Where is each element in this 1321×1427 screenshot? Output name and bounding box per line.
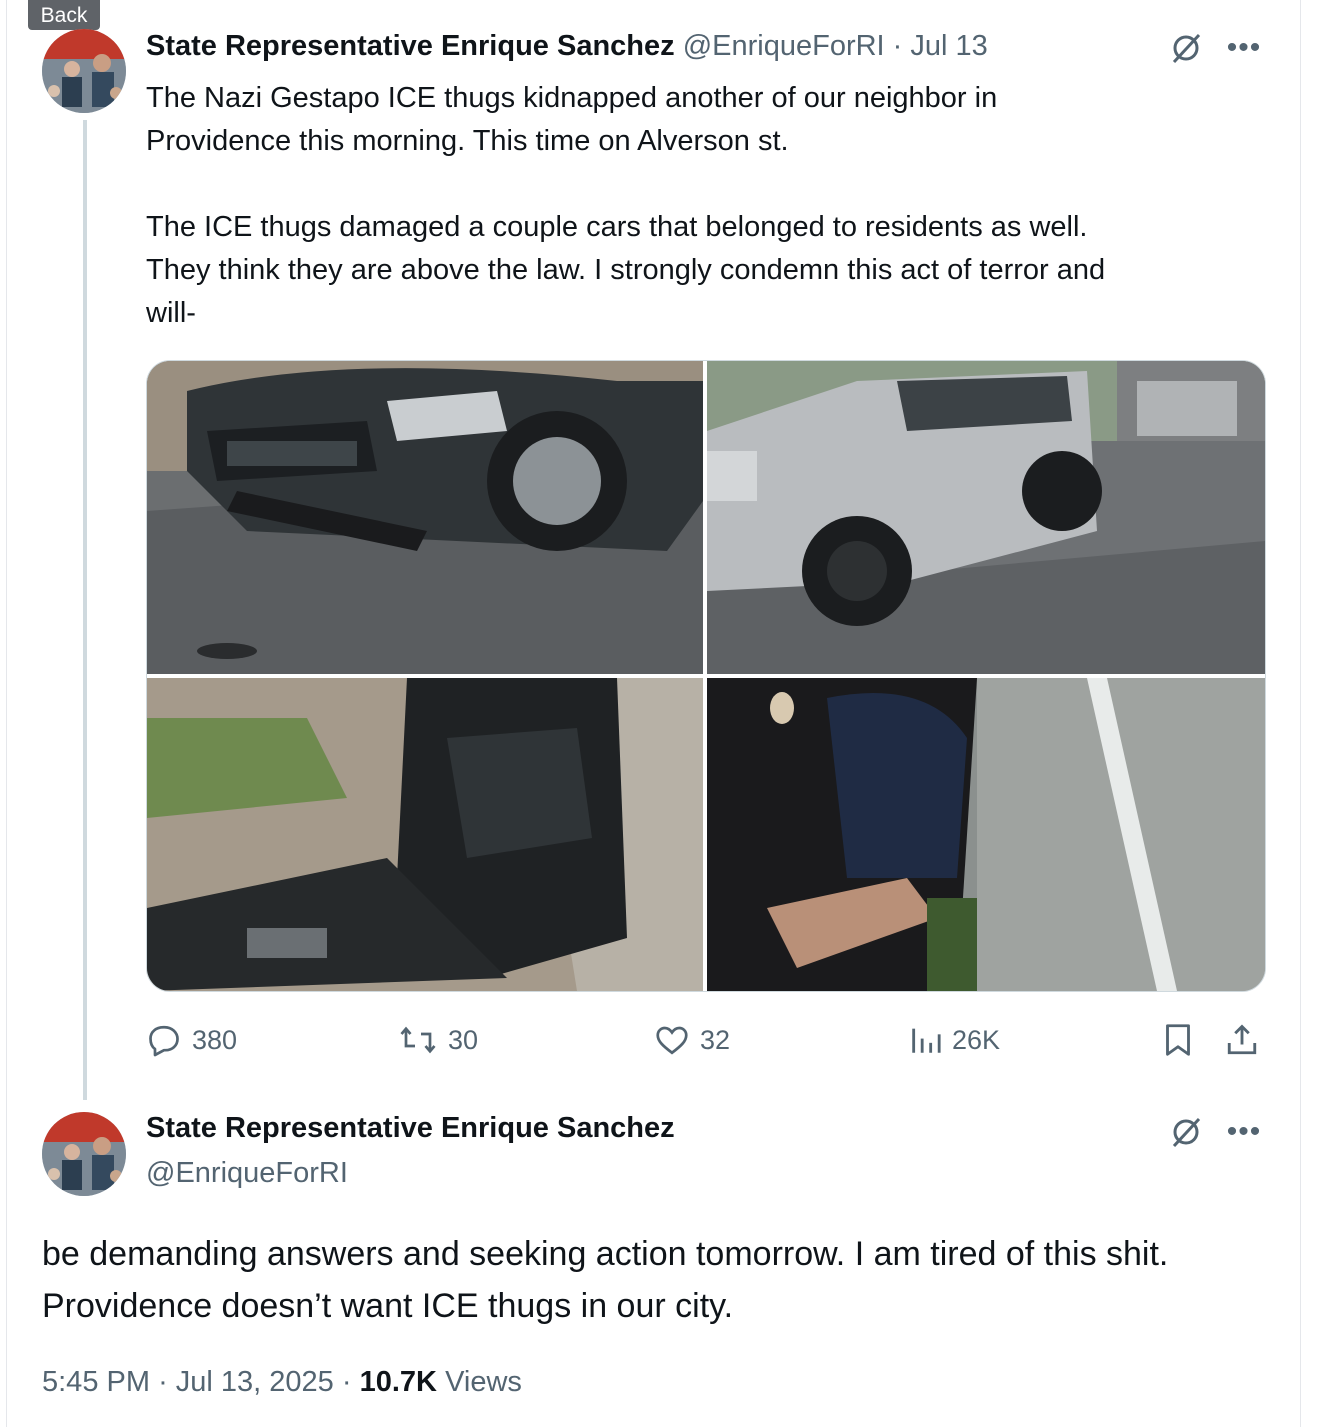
- dot-separator: ·: [892, 30, 903, 62]
- tweet-header: State Representative Enrique Sanchez @En…: [146, 30, 988, 63]
- like-icon: [656, 1026, 688, 1055]
- reply-button[interactable]: 380: [146, 1015, 237, 1065]
- photo-truck-overhead[interactable]: [147, 678, 703, 991]
- repost-icon: [400, 1026, 436, 1054]
- thread-line: [83, 120, 87, 1100]
- post-time[interactable]: 5:45 PM: [42, 1366, 150, 1398]
- back-button[interactable]: Back: [28, 0, 100, 30]
- reply-avatar[interactable]: [42, 1112, 126, 1196]
- share-icon: [1227, 1024, 1257, 1055]
- media-grid: [146, 360, 1266, 992]
- share-button[interactable]: [1224, 1015, 1260, 1065]
- like-button[interactable]: 32: [654, 1015, 730, 1065]
- dot-separator: ·: [341, 1366, 352, 1398]
- reply-icon: [149, 1025, 179, 1057]
- repost-button[interactable]: 30: [398, 1015, 478, 1065]
- views-button[interactable]: 26K: [908, 1015, 1000, 1065]
- photo-damaged-suv[interactable]: [707, 361, 1265, 674]
- tweet-actions: 380 30 32 26K: [146, 1015, 1266, 1065]
- reply-header: State Representative Enrique Sanchez @En…: [146, 1112, 675, 1190]
- tweet-date[interactable]: Jul 13: [910, 30, 987, 62]
- repost-count: 30: [448, 1024, 479, 1055]
- reply-author-name[interactable]: State Representative Enrique Sanchez: [146, 1112, 675, 1145]
- photo-officer[interactable]: [707, 678, 1265, 991]
- views-label: Views: [445, 1366, 522, 1398]
- views-icon: [912, 1028, 941, 1053]
- grok-icon[interactable]: [1166, 28, 1206, 68]
- reply-author-handle[interactable]: @EnriqueForRI: [146, 1157, 675, 1190]
- bookmark-button[interactable]: [1160, 1015, 1196, 1065]
- like-count: 32: [700, 1024, 731, 1055]
- views-count: 10.7K: [359, 1366, 437, 1398]
- reply-count: 380: [192, 1024, 238, 1055]
- post-meta: 5:45 PM · Jul 13, 2025 · 10.7K Views: [42, 1366, 522, 1399]
- post-date[interactable]: Jul 13, 2025: [176, 1366, 334, 1398]
- tweet-text: The Nazi Gestapo ICE thugs kidnapped ano…: [146, 82, 1106, 329]
- bookmark-icon: [1166, 1024, 1190, 1056]
- grok-icon[interactable]: [1166, 1112, 1206, 1152]
- avatar[interactable]: [42, 29, 126, 113]
- dot-separator: ·: [158, 1366, 168, 1398]
- photo-damaged-sedan[interactable]: [147, 361, 703, 674]
- more-icon[interactable]: •••: [1222, 32, 1266, 64]
- author-handle[interactable]: @EnriqueForRI: [683, 30, 885, 62]
- author-name[interactable]: State Representative Enrique Sanchez: [146, 30, 675, 62]
- more-icon[interactable]: •••: [1222, 1116, 1266, 1148]
- reply-text: be demanding answers and seeking action …: [42, 1235, 1169, 1325]
- view-count: 26K: [952, 1024, 1001, 1055]
